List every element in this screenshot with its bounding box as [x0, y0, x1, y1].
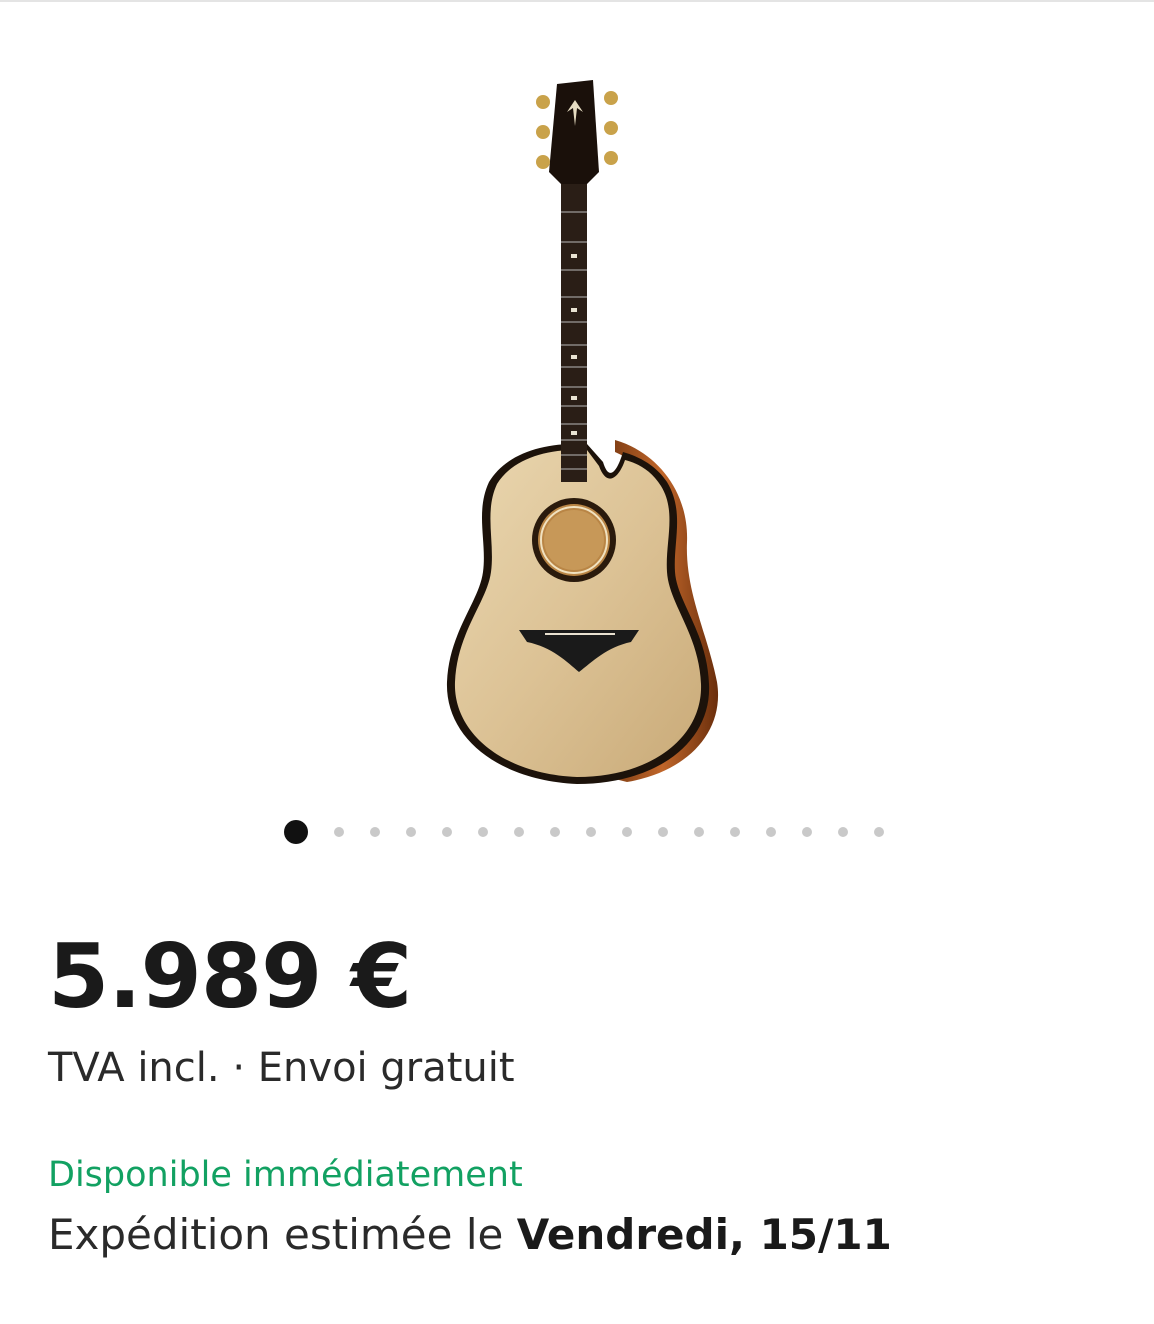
separator: ·	[219, 1045, 258, 1091]
carousel-dot[interactable]	[586, 827, 596, 837]
product-price: 5.989 €	[48, 925, 412, 1028]
carousel-dot[interactable]	[838, 827, 848, 837]
carousel-dot-active[interactable]	[284, 820, 308, 844]
carousel-dot[interactable]	[406, 827, 416, 837]
carousel-dot[interactable]	[370, 827, 380, 837]
shipping-estimate-prefix: Expédition estimée le	[48, 1210, 517, 1259]
shipping-estimate-date: Vendredi, 15/11	[516, 1210, 892, 1259]
availability-status: Disponible immédiatement	[48, 1155, 523, 1195]
free-shipping-label: Envoi gratuit	[257, 1045, 515, 1091]
image-carousel-indicator[interactable]	[284, 820, 884, 844]
vat-shipping-info: TVA incl. · Envoi gratuit	[48, 1040, 515, 1096]
carousel-dot[interactable]	[802, 827, 812, 837]
carousel-dot[interactable]	[442, 827, 452, 837]
product-image[interactable]	[427, 72, 737, 792]
shipping-estimate: Expédition estimée le Vendredi, 15/11	[48, 1205, 892, 1265]
carousel-dot[interactable]	[874, 827, 884, 837]
carousel-dot[interactable]	[622, 827, 632, 837]
carousel-dot[interactable]	[694, 827, 704, 837]
carousel-dot[interactable]	[658, 827, 668, 837]
carousel-dot[interactable]	[334, 827, 344, 837]
carousel-dot[interactable]	[514, 827, 524, 837]
product-image-gallery[interactable]	[0, 2, 1154, 844]
carousel-dot[interactable]	[730, 827, 740, 837]
carousel-dot[interactable]	[478, 827, 488, 837]
carousel-dot[interactable]	[550, 827, 560, 837]
vat-label: TVA incl.	[48, 1045, 220, 1091]
carousel-dot[interactable]	[766, 827, 776, 837]
